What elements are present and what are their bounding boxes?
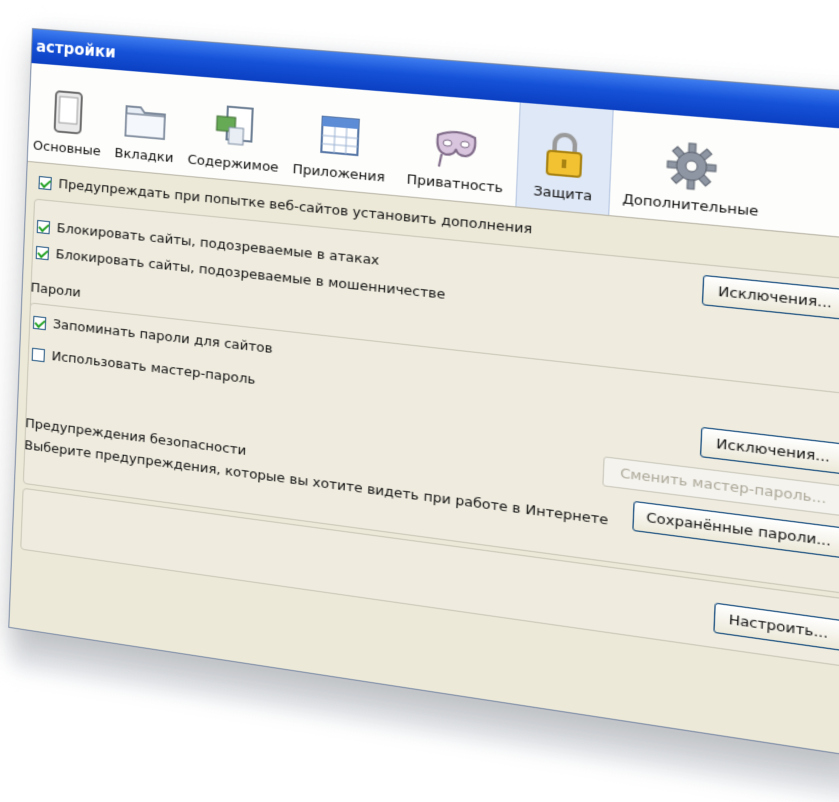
tab-tabs[interactable]: Вкладки — [105, 69, 186, 175]
tab-content-label: Содержимое — [187, 152, 279, 176]
screenshot-stage: астройки x Основные Вкладки — [0, 0, 839, 802]
addon-warning-checkbox[interactable] — [38, 175, 52, 191]
lock-icon — [538, 129, 592, 182]
tab-content[interactable]: Содержимое — [182, 76, 287, 185]
tab-tabs-label: Вкладки — [114, 145, 174, 167]
remember-passwords-checkbox[interactable] — [32, 315, 47, 331]
block-forgery-checkbox[interactable] — [35, 245, 50, 261]
block-attack-checkbox[interactable] — [36, 219, 51, 235]
tab-security[interactable]: Защита — [515, 102, 614, 216]
tab-applications-label: Приложения — [292, 161, 386, 186]
content-icon — [210, 101, 259, 152]
password-exceptions-label: Исключения... — [715, 435, 831, 466]
window-title: астройки — [35, 37, 117, 62]
calendar-icon — [315, 110, 366, 162]
tab-main-label: Основные — [32, 138, 102, 160]
tab-security-label: Защита — [533, 183, 593, 205]
tab-privacy[interactable]: Приватность — [393, 93, 519, 207]
mask-icon — [430, 120, 482, 173]
tab-advanced[interactable]: Дополнительные — [609, 110, 775, 230]
addon-exceptions-label: Исключения... — [717, 283, 833, 312]
folder-icon — [121, 94, 169, 145]
tab-advanced-label: Дополнительные — [622, 191, 759, 221]
gear-icon — [664, 139, 719, 193]
tab-applications[interactable]: Приложения — [283, 84, 397, 195]
phone-icon — [53, 90, 83, 134]
tab-main[interactable]: Основные — [28, 63, 109, 168]
master-password-checkbox[interactable] — [31, 347, 45, 363]
tab-privacy-label: Приватность — [406, 172, 504, 197]
